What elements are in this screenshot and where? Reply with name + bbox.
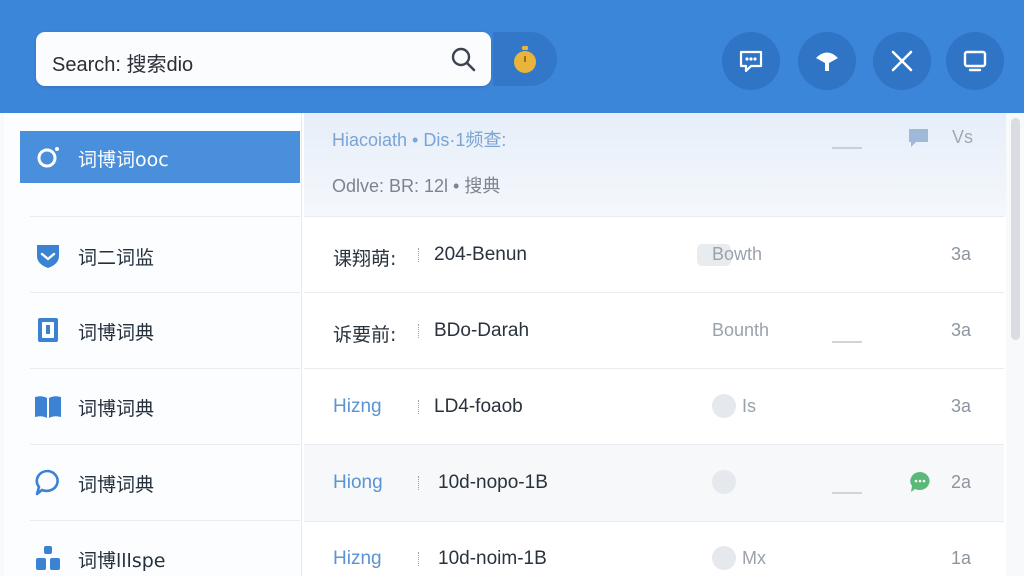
divider — [304, 292, 1004, 293]
row-status: Bounth — [712, 320, 770, 340]
sidebar-item-label: 词博lllspe — [78, 550, 166, 572]
separator — [418, 476, 421, 490]
separator — [418, 552, 421, 566]
row-code: 10d-noim-1B — [438, 548, 547, 569]
divider — [30, 368, 300, 369]
row-time: 3a — [951, 320, 972, 340]
sidebar-item-label: 词博词ooc — [78, 149, 169, 171]
sidebar-item-label: 词博词典 — [78, 398, 155, 420]
scrollbar[interactable] — [1011, 118, 1020, 340]
header-right-label: Vs — [952, 127, 974, 147]
stopwatch-icon — [514, 46, 536, 73]
chat-icon[interactable] — [908, 470, 932, 494]
sidebar-item-2[interactable]: 词二词监 — [20, 229, 300, 281]
row-label: 诉要前: — [333, 324, 397, 346]
divider — [832, 341, 862, 343]
row-code: 204-Benun — [434, 244, 527, 265]
sidebar-item-5[interactable]: 词博词典 — [20, 456, 300, 508]
sidebar-item-label: 词二词监 — [78, 247, 155, 269]
row-time: 2a — [951, 472, 972, 492]
monitor-icon — [963, 50, 987, 72]
row-label: Hizng — [333, 396, 382, 417]
row-time: 1a — [951, 548, 972, 568]
row-time: 3a — [951, 244, 972, 264]
sidebar-item-4[interactable]: 词博词典 — [20, 380, 300, 432]
search-text: Search: 搜索dio — [52, 54, 194, 76]
close-icon — [891, 50, 913, 72]
divider — [304, 216, 1004, 217]
shield-icon — [37, 245, 59, 268]
divider — [30, 292, 300, 293]
top-bar: Search: 搜索dio — [0, 0, 1024, 113]
book-icon — [38, 318, 58, 342]
search-icon[interactable] — [449, 45, 477, 73]
divider — [832, 147, 862, 149]
shield-icon — [37, 147, 59, 168]
sidebar-item-label: 词博词典 — [78, 322, 155, 344]
row-label: Hizng — [333, 548, 382, 569]
chat-icon — [739, 50, 763, 73]
row-highlight — [304, 445, 1004, 521]
display-button[interactable] — [946, 32, 1004, 90]
tips-button[interactable] — [798, 32, 856, 90]
row-label: 课翔萌: — [333, 248, 397, 270]
separator — [418, 400, 421, 414]
divider — [30, 216, 300, 217]
search-input[interactable]: Search: 搜索dio — [36, 32, 491, 86]
separator — [418, 248, 421, 262]
sidebar-item-label: 词博词典 — [78, 474, 155, 496]
status-dot — [712, 394, 736, 418]
open-book-icon — [35, 396, 61, 418]
divider — [30, 520, 300, 521]
row-time: 3a — [951, 396, 972, 416]
divider — [304, 521, 1004, 522]
close-button[interactable] — [873, 32, 931, 90]
lightbulb-icon — [816, 52, 838, 71]
divider — [30, 444, 300, 445]
sidebar-item-1[interactable]: 词博词ooc — [20, 131, 300, 183]
divider — [304, 368, 1004, 369]
row-code: LD4-foaob — [434, 396, 523, 417]
divider — [832, 492, 862, 494]
header-line-1: Hiacoiath • Dis·1频查: — [332, 130, 507, 150]
people-icon — [36, 546, 60, 570]
stopwatch-button[interactable] — [493, 32, 557, 86]
feedback-button[interactable] — [722, 32, 780, 90]
separator — [418, 324, 421, 338]
row-code: BDo-Darah — [434, 320, 530, 341]
status-dot — [712, 546, 736, 570]
row-status: Mx — [742, 548, 766, 568]
row-code: 10d-nopo-1B — [438, 472, 548, 493]
row-status: Is — [742, 396, 757, 416]
status-dot — [712, 470, 736, 494]
header-line-2: Odlve: BR: 12l • 搜典 — [332, 176, 501, 196]
row-status: Bowth — [712, 244, 763, 264]
sidebar-item-3[interactable]: 词博词典 — [20, 304, 300, 356]
row-label: Hiong — [333, 472, 383, 493]
chat-bubble-icon — [35, 469, 59, 496]
chat-icon[interactable] — [906, 126, 932, 150]
sidebar-item-6[interactable]: 词博lllspe — [20, 532, 300, 576]
